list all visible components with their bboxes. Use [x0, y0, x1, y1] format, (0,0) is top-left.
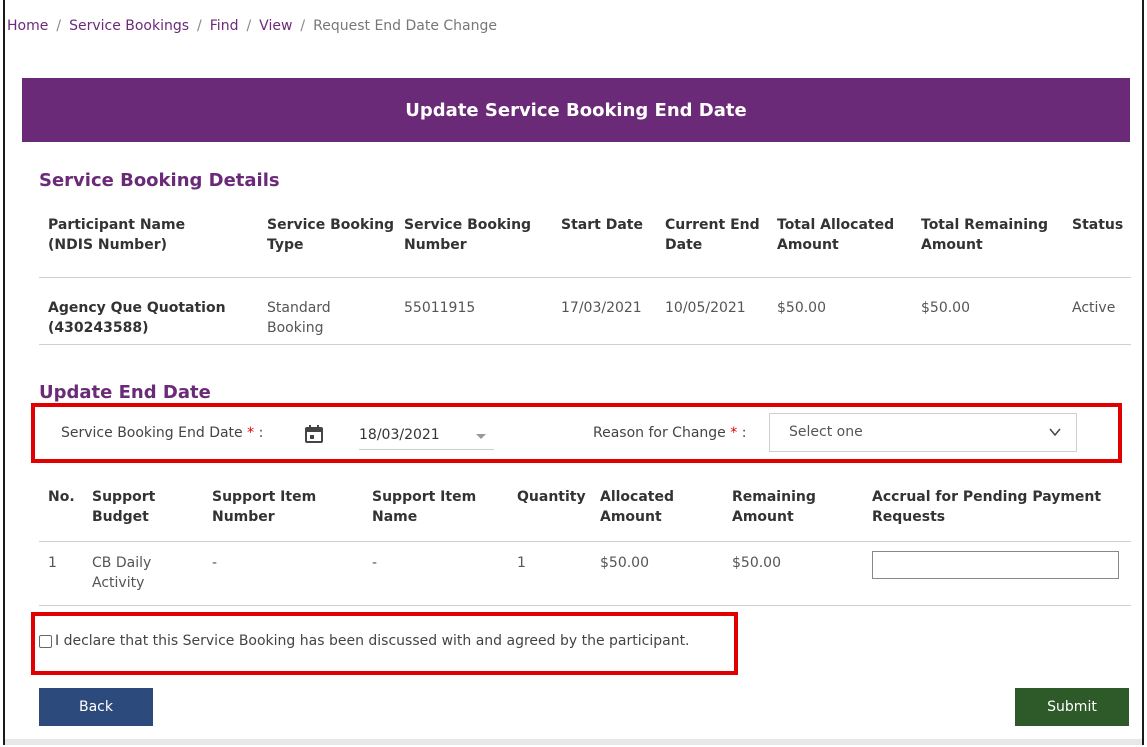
item-name: - [372, 555, 378, 571]
header-accrual-2: Requests [872, 509, 946, 525]
end-date-label-text: Service Booking End Date [61, 425, 243, 441]
caret-down-icon[interactable] [476, 434, 486, 439]
participant-name: Agency Que Quotation [48, 300, 226, 316]
back-button[interactable]: Back [39, 688, 153, 726]
item-remaining-amount: $50.00 [732, 555, 781, 571]
header-no: No. [48, 489, 75, 505]
reason-label: Reason for Change * : [593, 425, 746, 441]
details-table-header: Participant Name (NDIS Number) Service B… [0, 215, 1147, 265]
accrual-input[interactable] [872, 551, 1119, 579]
end-date-label: Service Booking End Date * : [61, 425, 263, 441]
details-row-divider [39, 344, 1131, 345]
booking-number: 55011915 [404, 300, 476, 316]
header-accrual: Accrual for Pending Payment [872, 489, 1102, 505]
total-allocated: $50.00 [777, 300, 826, 316]
reason-select[interactable]: Select one [769, 413, 1077, 452]
details-header-divider [39, 277, 1131, 278]
chevron-down-icon [1049, 428, 1061, 437]
header-start-date: Start Date [561, 217, 643, 233]
back-button-label: Back [79, 699, 113, 715]
submit-button[interactable]: Submit [1015, 688, 1129, 726]
items-row-divider [39, 605, 1131, 606]
items-header-divider [39, 541, 1131, 542]
submit-button-label: Submit [1047, 699, 1097, 715]
booking-type: Standard [267, 300, 331, 316]
header-total-remaining-2: Amount [921, 237, 983, 253]
breadcrumb-home-link[interactable]: Home [7, 18, 48, 34]
page-title: Update Service Booking End Date [405, 99, 747, 121]
header-item-number-2: Number [212, 509, 275, 525]
header-remaining-amount: Remaining [732, 489, 816, 505]
ndis-number: (430243588) [48, 320, 149, 336]
header-booking-number-2: Number [404, 237, 467, 253]
header-quantity: Quantity [517, 489, 586, 505]
header-allocated-amount: Allocated [600, 489, 675, 505]
breadcrumb-separator: / [300, 18, 306, 34]
header-booking-number: Service Booking [404, 217, 532, 233]
header-total-remaining: Total Remaining [921, 217, 1048, 233]
header-support-budget-2: Budget [92, 509, 149, 525]
required-mark: * [730, 425, 738, 441]
breadcrumb-separator: / [197, 18, 202, 34]
declaration-checkbox[interactable] [39, 634, 52, 648]
reason-label-text: Reason for Change [593, 425, 726, 441]
header-booking-type: Service Booking [267, 217, 395, 233]
header-status: Status [1072, 217, 1124, 233]
header-total-allocated: Total Allocated [777, 217, 895, 233]
required-mark: * [247, 425, 255, 441]
header-item-name: Support Item [372, 489, 477, 505]
booking-type-2: Booking [267, 320, 324, 336]
reason-select-value: Select one [789, 424, 863, 440]
header-item-number: Support Item [212, 489, 317, 505]
details-table-row: Agency Que Quotation (430243588) Standar… [0, 298, 1147, 338]
breadcrumb-separator: / [56, 18, 62, 34]
breadcrumb-view-link[interactable]: View [259, 18, 292, 34]
current-end-date: 10/05/2021 [665, 300, 746, 316]
header-total-allocated-2: Amount [777, 237, 839, 253]
header-current-end-date: Current End [665, 217, 760, 233]
total-remaining: $50.00 [921, 300, 970, 316]
item-allocated-amount: $50.00 [600, 555, 649, 571]
header-item-name-2: Name [372, 509, 418, 525]
page-banner: Update Service Booking End Date [22, 78, 1130, 142]
item-support-budget: CB Daily [92, 555, 152, 571]
item-support-budget-2: Activity [92, 575, 145, 591]
header-support-budget: Support [92, 489, 156, 505]
declaration: I declare that this Service Booking has … [39, 633, 690, 649]
header-current-end-date-2: Date [665, 237, 703, 253]
breadcrumb-separator: / [246, 18, 252, 34]
details-section-title: Service Booking Details [39, 170, 280, 191]
header-participant-name: Participant Name [48, 217, 186, 233]
calendar-icon[interactable] [304, 424, 324, 444]
item-number: - [212, 555, 218, 571]
label-colon: : [258, 425, 264, 441]
status-value: Active [1072, 300, 1116, 316]
breadcrumb-find-link[interactable]: Find [210, 18, 239, 34]
header-allocated-amount-2: Amount [600, 509, 662, 525]
end-date-input[interactable] [359, 423, 469, 447]
item-quantity: 1 [517, 555, 526, 571]
item-no: 1 [48, 555, 57, 571]
breadcrumb-service-bookings-link[interactable]: Service Bookings [69, 18, 189, 34]
header-remaining-amount-2: Amount [732, 509, 794, 525]
label-colon: : [741, 425, 747, 441]
declaration-text: I declare that this Service Booking has … [55, 633, 690, 649]
end-date-field[interactable] [359, 423, 494, 450]
breadcrumb-current: Request End Date Change [313, 18, 498, 34]
breadcrumb: Home / Service Bookings / Find / View / Request … [7, 18, 497, 34]
update-section-title: Update End Date [39, 382, 211, 403]
header-booking-type-2: Type [267, 237, 304, 253]
header-ndis-number: (NDIS Number) [48, 237, 167, 253]
page-bottom-strip [5, 739, 1142, 745]
start-date: 17/03/2021 [561, 300, 642, 316]
